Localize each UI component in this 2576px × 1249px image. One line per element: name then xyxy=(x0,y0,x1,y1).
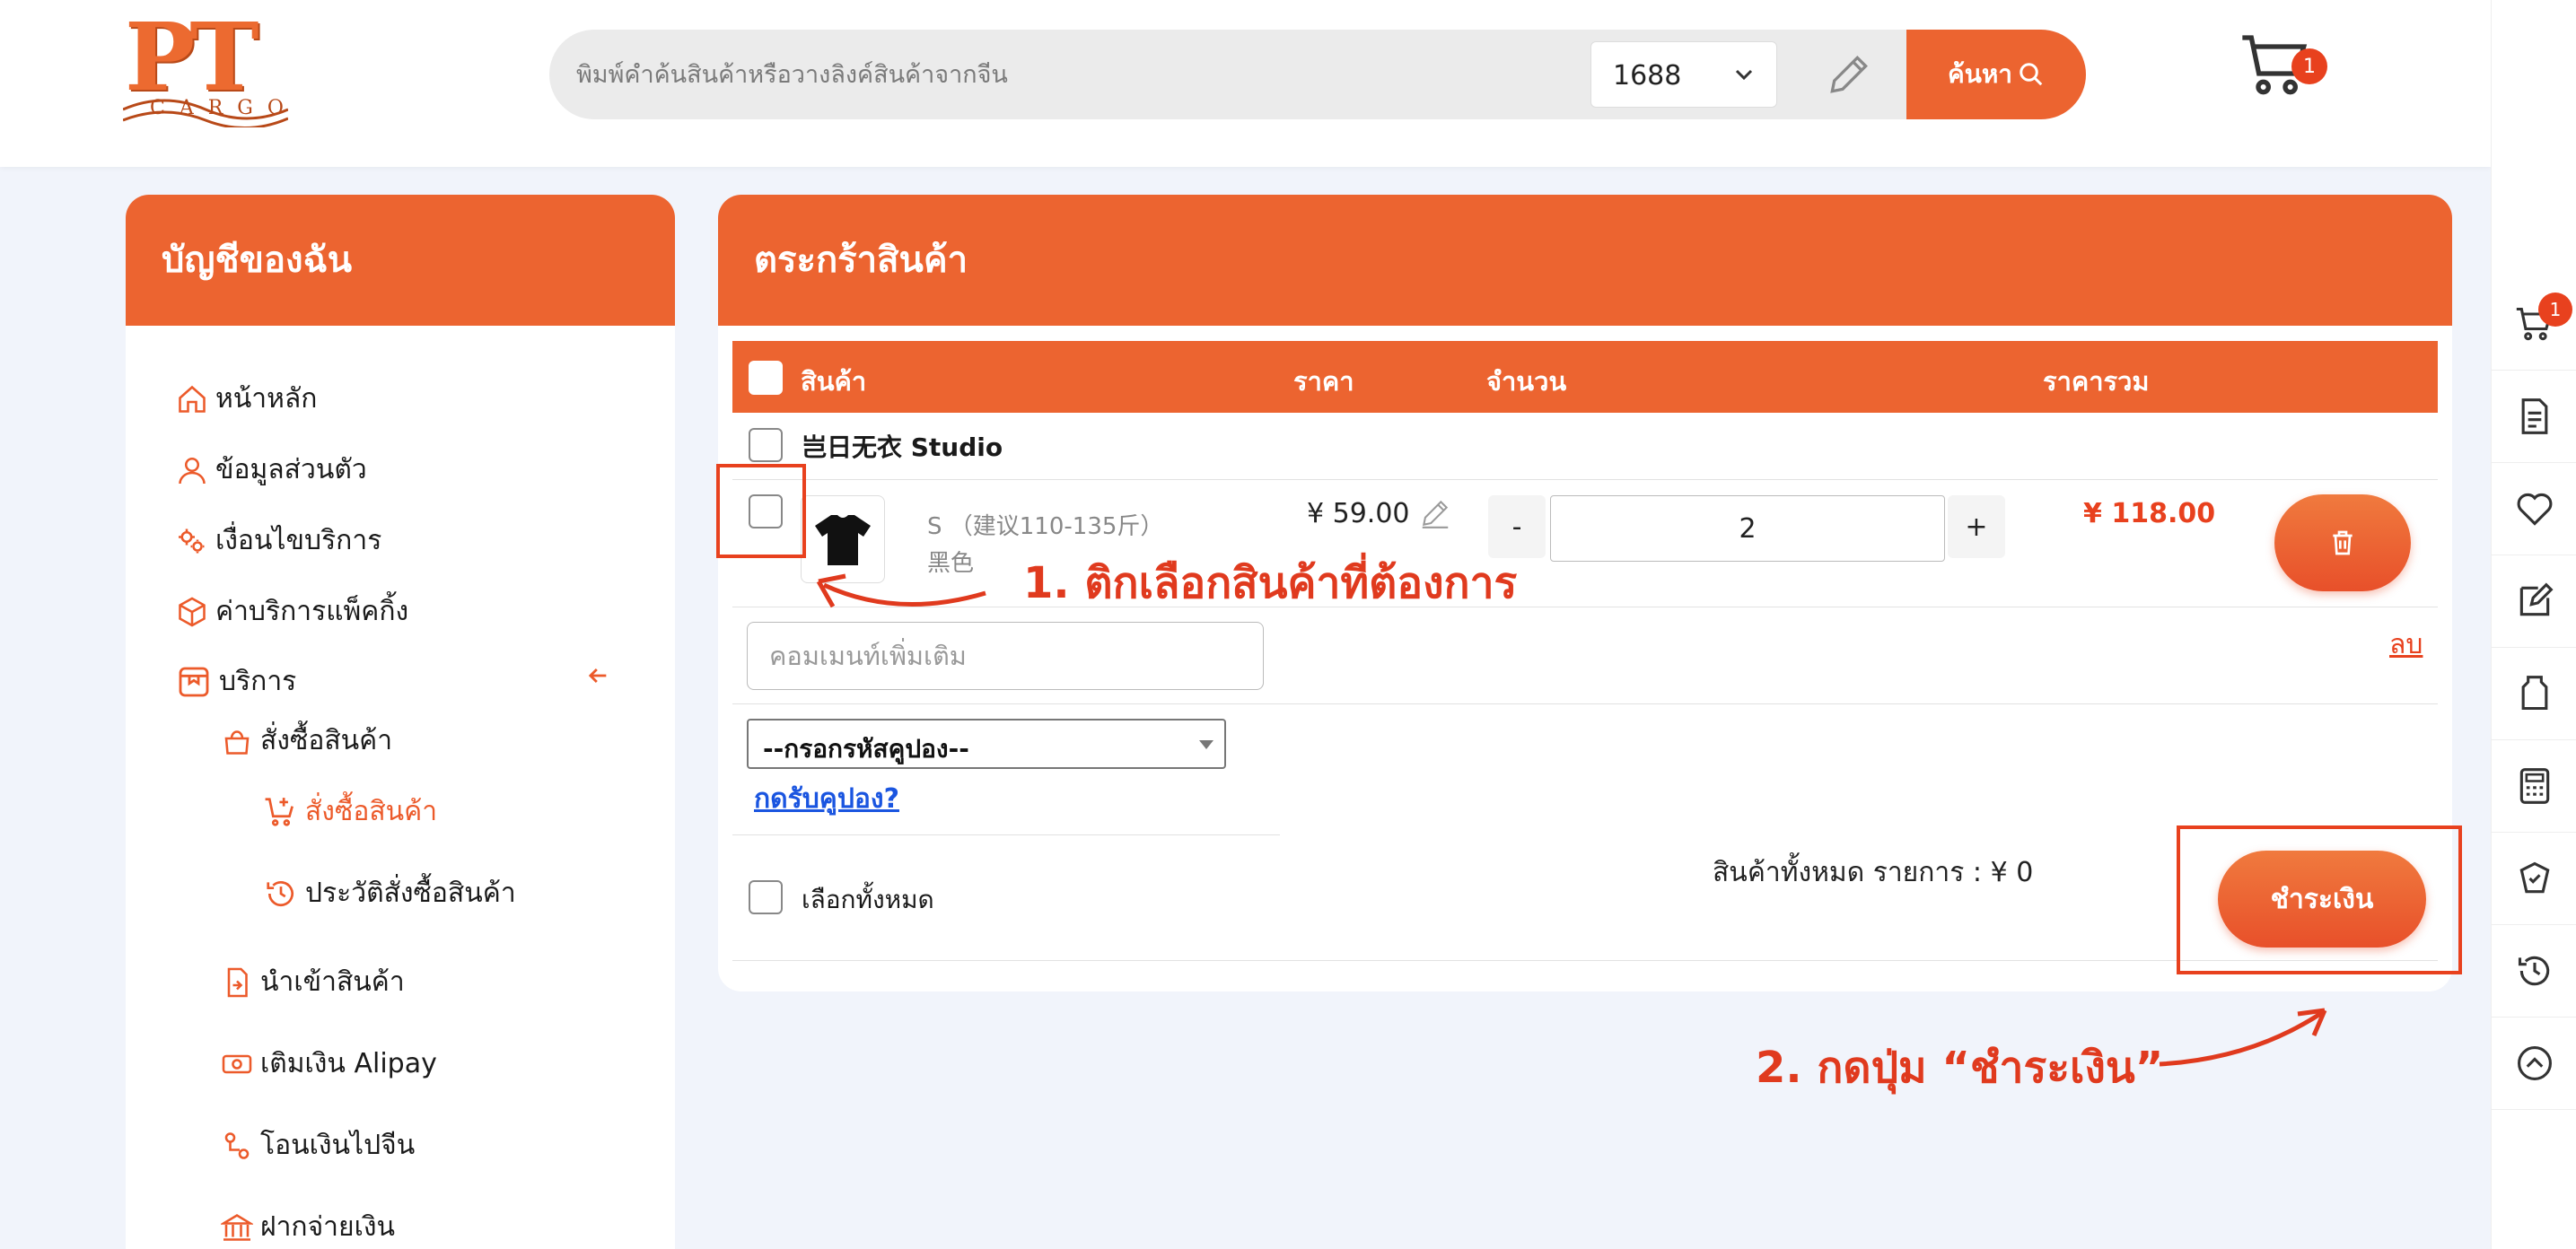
annotation-arrows xyxy=(816,573,2327,1067)
annotation-step-1: 1. ติกเลือกสินค้าที่ต้องการ xyxy=(1023,558,1518,608)
annotation-step-2: 2. กดปุ่ม “ชำระเงิน” xyxy=(1756,1043,2164,1093)
